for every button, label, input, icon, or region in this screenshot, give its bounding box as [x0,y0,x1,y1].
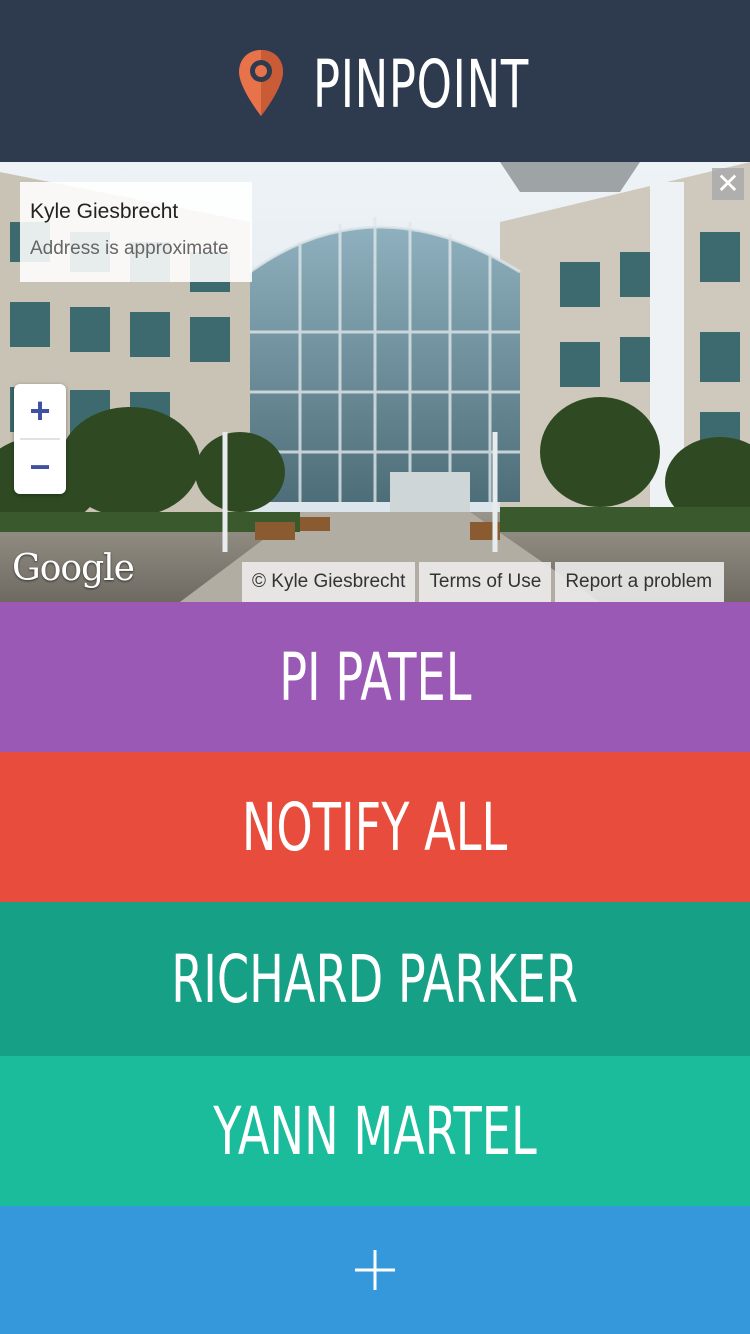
copyright-label: © Kyle Giesbrecht [242,562,416,602]
location-info-card[interactable]: Kyle Giesbrecht Address is approximate [20,182,252,282]
zoom-control: + − [14,384,66,494]
location-name: Kyle Giesbrecht [30,200,179,223]
notify-all-label: NOTIFY ALL [242,788,508,866]
location-subtitle: Address is approximate [30,238,229,259]
zoom-in-button[interactable]: + [14,384,66,438]
contact-label: YANN MARTEL [213,1092,537,1170]
add-contact-button[interactable] [0,1206,750,1334]
report-problem-link[interactable]: Report a problem [555,562,725,602]
zoom-out-button[interactable]: − [14,440,66,494]
contact-button-richard-parker[interactable]: RICHARD PARKER [0,902,750,1056]
plus-icon [355,1250,395,1290]
contact-button-pi-patel[interactable]: PI PATEL [0,602,750,752]
notify-all-button[interactable]: NOTIFY ALL [0,752,750,902]
app-header: PINPOINT [0,0,750,162]
google-logo[interactable]: Google [12,548,135,589]
map-attribution: © Kyle Giesbrecht Terms of Use Report a … [242,562,725,602]
contact-label: PI PATEL [278,638,472,716]
street-view-map[interactable]: Kyle Giesbrecht Address is approximate ✕… [0,162,750,602]
map-pin-icon [239,50,283,116]
contact-label: RICHARD PARKER [171,940,579,1018]
terms-of-use-link[interactable]: Terms of Use [419,562,552,602]
app-title: PINPOINT [313,45,529,123]
contact-button-yann-martel[interactable]: YANN MARTEL [0,1056,750,1206]
close-icon[interactable]: ✕ [712,168,744,200]
